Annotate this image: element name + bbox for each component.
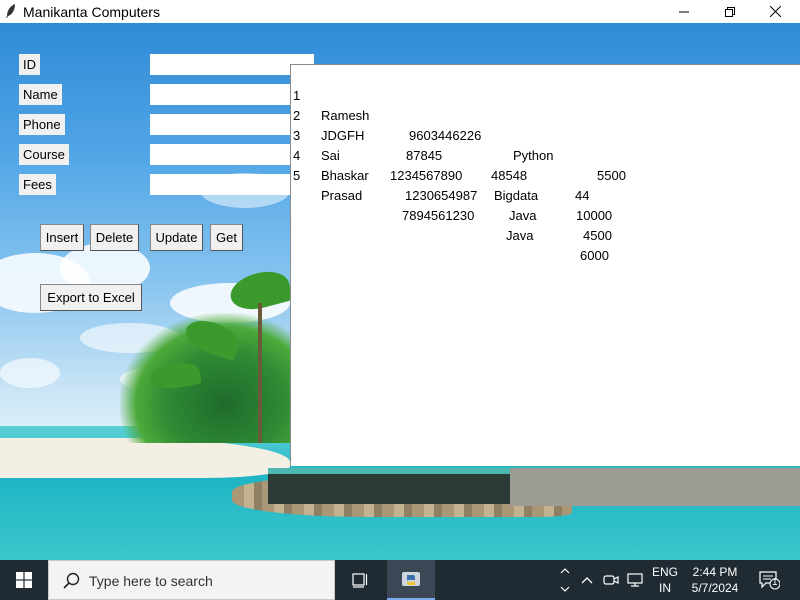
- list-item[interactable]: 1 Ramesh 9603446226 Python 5500: [293, 66, 626, 183]
- row-name: Bhaskar: [321, 168, 369, 183]
- get-button[interactable]: Get: [210, 224, 243, 251]
- list-item[interactable]: 2 JDGFH 87845 48548 44: [293, 86, 589, 203]
- window-titlebar[interactable]: Manikanta Computers: [0, 0, 800, 23]
- row-fees: 5500: [597, 168, 626, 183]
- task-view-button[interactable]: [338, 560, 384, 600]
- region-code: IN: [659, 581, 671, 595]
- language-indicator[interactable]: ENG IN: [648, 564, 682, 596]
- row-name: Ramesh: [321, 108, 370, 123]
- row-phone: 1234567890: [390, 168, 463, 183]
- close-button[interactable]: [752, 0, 798, 23]
- row-phone: 7894561230: [402, 208, 475, 223]
- row-phone: 9603446226: [409, 128, 482, 143]
- language-code: ENG: [651, 565, 678, 579]
- network-button[interactable]: [624, 560, 648, 600]
- feather-icon: [6, 4, 15, 18]
- meet-now-button[interactable]: [600, 560, 622, 600]
- windows-start-icon: [16, 572, 32, 588]
- search-placeholder: Type here to search: [89, 573, 213, 589]
- update-button[interactable]: Update: [150, 224, 203, 251]
- restore-icon: [725, 6, 735, 17]
- search-icon: [63, 572, 80, 589]
- export-to-excel-button[interactable]: Export to Excel: [40, 284, 142, 311]
- minimize-button[interactable]: [661, 0, 707, 23]
- fees-label: Fees: [19, 174, 56, 195]
- insert-button[interactable]: Insert: [40, 224, 84, 251]
- row-course: Bigdata: [494, 188, 539, 203]
- list-item[interactable]: 4 Bhaskar 1230654987 Java 4500: [293, 126, 612, 243]
- records-listbox[interactable]: 1 Ramesh 9603446226 Python 5500 2 JDGFH …: [290, 64, 800, 466]
- row-course: Java: [509, 208, 537, 223]
- row-fees: 6000: [580, 248, 609, 263]
- row-phone: 87845: [406, 148, 443, 163]
- row-course: Java: [506, 228, 534, 243]
- phone-label: Phone: [19, 114, 65, 135]
- tray-scroll[interactable]: [557, 560, 573, 600]
- taskbar-search-box[interactable]: Type here to search: [48, 560, 335, 600]
- minimize-icon: [679, 11, 689, 12]
- row-name: Prasad: [321, 188, 363, 203]
- show-hidden-icons-button[interactable]: [577, 560, 597, 600]
- row-course: 48548: [491, 168, 528, 183]
- course-label: Course: [19, 144, 69, 165]
- chevron-up-icon: [581, 577, 593, 584]
- id-label: ID: [19, 54, 40, 75]
- row-fees: 4500: [583, 228, 612, 243]
- network-icon: [627, 573, 643, 587]
- row-fees: 44: [575, 188, 590, 203]
- python-taskbar-button[interactable]: [387, 560, 435, 600]
- name-label: Name: [19, 84, 62, 105]
- scroll-arrows-icon: [560, 568, 570, 592]
- row-number: 5: [293, 168, 301, 183]
- clock[interactable]: 2:44 PM 5/7/2024: [684, 564, 746, 596]
- python-icon: [402, 572, 420, 586]
- taskbar: Type here to search ENG IN 2:44 PM 5/7/2…: [0, 560, 800, 600]
- delete-button[interactable]: Delete: [90, 224, 139, 251]
- window-title: Manikanta Computers: [23, 4, 160, 20]
- maximize-button[interactable]: [707, 0, 753, 23]
- row-name: Sai: [321, 148, 340, 163]
- row-fees: 10000: [576, 208, 613, 223]
- clock-date: 5/7/2024: [691, 581, 739, 595]
- start-button[interactable]: [0, 560, 48, 600]
- list-item[interactable]: 5 Prasad 7894561230 Java 6000: [293, 146, 609, 263]
- row-course: Python: [513, 148, 554, 163]
- task-view-icon: [352, 573, 368, 588]
- list-item[interactable]: 3 Sai 1234567890 Bigdata 10000: [293, 106, 612, 223]
- clock-time: 2:44 PM: [692, 565, 738, 579]
- row-phone: 1230654987: [405, 188, 478, 203]
- close-icon: [769, 6, 781, 17]
- action-center-button[interactable]: 1: [752, 560, 786, 600]
- meet-now-icon: [603, 575, 619, 585]
- notification-count: 1: [772, 577, 778, 588]
- row-name: JDGFH: [321, 128, 365, 143]
